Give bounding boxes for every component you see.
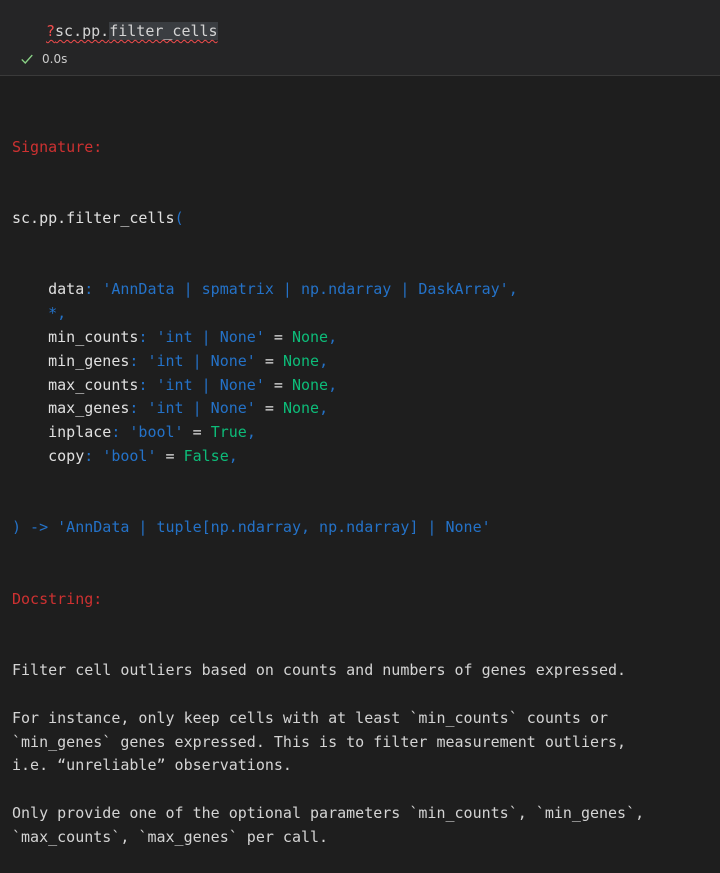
signature-open-paren: (	[174, 208, 184, 227]
param-separator: :	[111, 423, 130, 442]
param-type: 'int | None'	[156, 375, 265, 394]
param-comma: ,	[228, 446, 238, 465]
param-default: None	[282, 351, 320, 370]
param-equals: =	[255, 351, 283, 370]
signature-return: ) -> 'AnnData | tuple[np.ndarray, np.nda…	[12, 518, 491, 537]
param-name: max_genes	[48, 399, 130, 418]
param-type: 'bool'	[129, 423, 184, 442]
signature-param-line: max_genes: 'int | None' = None,	[12, 397, 710, 421]
param-name: inplace	[48, 423, 112, 442]
param-type: *	[48, 304, 58, 323]
param-separator: :	[84, 446, 103, 465]
signature-params: data: 'AnnData | spmatrix | np.ndarray |…	[12, 278, 710, 468]
code-editor-line[interactable]: ?sc.pp.filter_cells	[46, 22, 218, 40]
param-separator: :	[129, 399, 148, 418]
signature-param-line: data: 'AnnData | spmatrix | np.ndarray |…	[12, 278, 710, 302]
param-type: 'int | None'	[147, 399, 256, 418]
param-type: 'int | None'	[147, 351, 256, 370]
signature-header: Signature:	[12, 137, 103, 156]
param-separator: :	[138, 327, 157, 346]
signature-function: sc.pp.filter_cells	[12, 208, 175, 227]
param-comma: ,	[319, 399, 329, 418]
param-name: min_genes	[48, 351, 130, 370]
param-default: None	[291, 375, 329, 394]
cell-execution-status: 0.0s	[20, 52, 67, 66]
docstring-line: Filter cell outliers based on counts and…	[12, 661, 627, 680]
checkmark-icon	[21, 54, 33, 64]
docstring-line	[12, 683, 710, 707]
docstring-line: Only provide one of the optional paramet…	[12, 803, 645, 822]
param-comma: ,	[328, 375, 338, 394]
param-default: False	[183, 446, 229, 465]
signature-param-line: min_counts: 'int | None' = None,	[12, 326, 710, 350]
docstring-line: For instance, only keep cells with at le…	[12, 708, 609, 727]
docstring-line: `max_counts`, `max_genes` per call.	[12, 827, 329, 846]
param-equals: =	[264, 375, 292, 394]
param-separator: :	[84, 280, 103, 299]
docstring-body: Filter cell outliers based on counts and…	[12, 659, 710, 849]
param-comma: ,	[328, 327, 338, 346]
param-type: 'AnnData | spmatrix | np.ndarray | DaskA…	[102, 280, 509, 299]
param-comma: ,	[508, 280, 518, 299]
param-type: 'int | None'	[156, 327, 265, 346]
param-equals: =	[264, 327, 292, 346]
execution-time: 0.0s	[42, 52, 68, 66]
param-comma: ,	[246, 423, 256, 442]
signature-open-line: sc.pp.filter_cells(	[12, 207, 710, 231]
param-comma: ,	[319, 351, 329, 370]
param-equals: =	[183, 423, 211, 442]
signature-param-line: *,	[12, 302, 710, 326]
param-separator: :	[138, 375, 157, 394]
param-type: 'bool'	[102, 446, 157, 465]
param-name: data	[48, 280, 85, 299]
param-default: None	[282, 399, 320, 418]
code-module-path: sc.pp.	[55, 22, 110, 40]
param-equals: =	[156, 446, 184, 465]
param-default: None	[291, 327, 329, 346]
code-help-operator: ?	[46, 22, 56, 40]
notebook-cell-input[interactable]: ?sc.pp.filter_cells 0.0s	[0, 0, 720, 76]
param-name: copy	[48, 446, 85, 465]
param-name: max_counts	[48, 375, 139, 394]
docstring-header: Docstring:	[12, 589, 103, 608]
docstring-line: `min_genes` genes expressed. This is to …	[12, 732, 627, 751]
docstring-line	[12, 778, 710, 802]
signature-param-line: inplace: 'bool' = True,	[12, 421, 710, 445]
signature-param-line: min_genes: 'int | None' = None,	[12, 350, 710, 374]
param-default: True	[210, 423, 247, 442]
code-function-name: filter_cells	[109, 22, 218, 40]
param-name: min_counts	[48, 327, 139, 346]
param-separator: :	[129, 351, 148, 370]
signature-param-line: copy: 'bool' = False,	[12, 445, 710, 469]
docstring-line: i.e. “unreliable” observations.	[12, 756, 292, 775]
signature-param-line: max_counts: 'int | None' = None,	[12, 374, 710, 398]
param-comma: ,	[57, 304, 67, 323]
cell-output: Signature: sc.pp.filter_cells( data: 'An…	[12, 88, 710, 873]
param-equals: =	[255, 399, 283, 418]
